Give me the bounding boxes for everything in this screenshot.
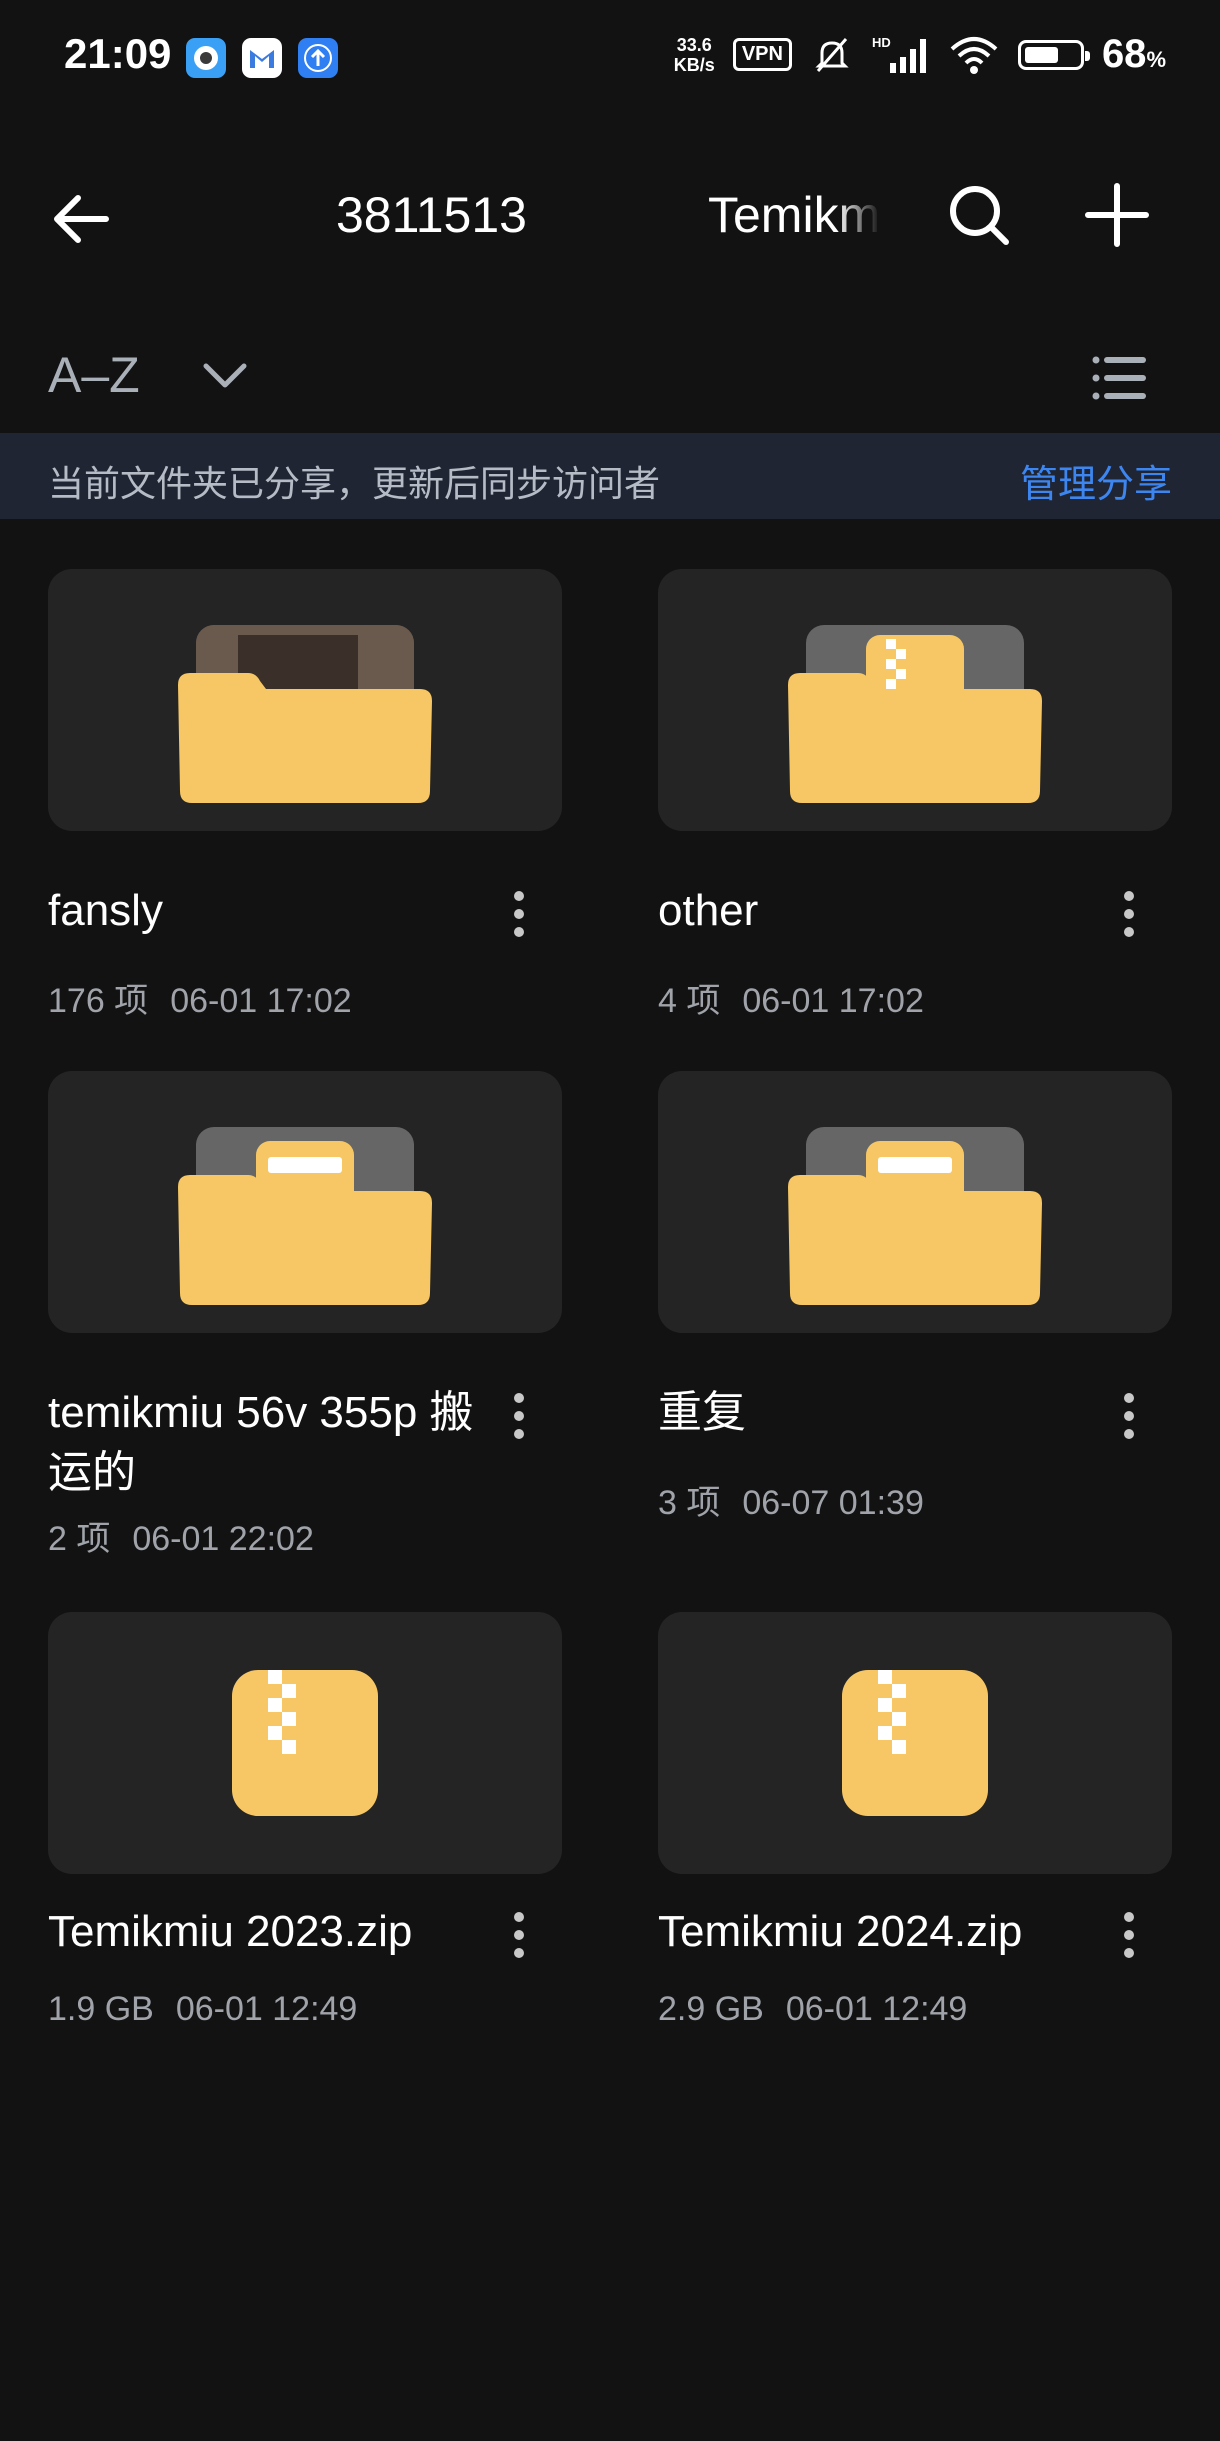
folder-document-icon [788, 1127, 1042, 1305]
share-banner-text: 当前文件夹已分享，更新后同步访问者 [48, 463, 661, 504]
upload-app-icon [298, 38, 338, 78]
status-bar: 21:09 33.6 KB/s VPN HD 68% [0, 0, 1220, 120]
grid-item[interactable]: 重复 3 项 06-07 01:39 [658, 1071, 1172, 1531]
list-view-icon[interactable] [1090, 348, 1150, 408]
plus-icon[interactable] [1082, 180, 1152, 250]
back-arrow-icon[interactable] [48, 184, 118, 254]
item-date: 06-01 12:49 [785, 1990, 968, 2028]
sort-order-label[interactable]: A–Z [48, 346, 140, 404]
more-options-icon[interactable] [504, 885, 534, 945]
breadcrumb-previous[interactable]: 3811513 [336, 186, 527, 244]
network-speed-unit: KB/s [673, 54, 715, 75]
item-name[interactable]: temikmiu 56v 355p 搬运的 [48, 1383, 478, 1503]
item-name[interactable]: 重复 [658, 1383, 1088, 1443]
item-name[interactable]: Temikmiu 2024.zip [658, 1902, 1088, 1962]
item-meta: 1.9 GB 06-01 12:49 [48, 1990, 357, 2029]
zip-file-icon [842, 1670, 988, 1816]
battery-percent-value: 68 [1101, 32, 1147, 76]
item-date: 06-01 17:02 [170, 982, 352, 1020]
more-options-icon[interactable] [504, 1906, 534, 1966]
more-options-icon[interactable] [504, 1387, 534, 1447]
zip-file-icon [232, 1670, 378, 1816]
folder-document-icon [178, 1127, 432, 1305]
chevron-down-icon[interactable] [200, 350, 250, 400]
wifi-icon [950, 36, 998, 74]
item-name[interactable]: fansly [48, 881, 478, 941]
item-thumbnail[interactable] [658, 1612, 1172, 1874]
folder-photo-icon [178, 625, 432, 803]
item-count: 1.9 GB [48, 1990, 154, 2028]
item-thumbnail[interactable] [658, 569, 1172, 831]
share-banner: 当前文件夹已分享，更新后同步访问者 管理分享 [0, 433, 1220, 519]
gmail-icon [242, 38, 282, 78]
item-date: 06-01 22:02 [132, 1520, 314, 1558]
item-thumbnail[interactable] [658, 1071, 1172, 1333]
svg-text:HD: HD [872, 35, 891, 50]
more-options-icon[interactable] [1114, 1906, 1144, 1966]
item-date: 06-01 12:49 [175, 1990, 358, 2028]
more-options-icon[interactable] [1114, 885, 1144, 945]
item-thumbnail[interactable] [48, 569, 562, 831]
status-time: 21:09 [64, 30, 172, 77]
network-speed-value: 33.6 [676, 34, 712, 55]
more-options-icon[interactable] [1114, 1387, 1144, 1447]
item-name[interactable]: Temikmiu 2023.zip [48, 1902, 478, 1962]
network-speed: 33.6 KB/s [674, 35, 715, 75]
battery-icon [1017, 39, 1090, 70]
notification-app-1-icon [186, 38, 226, 78]
battery-percent-unit: % [1146, 47, 1166, 72]
folder-archive-icon [788, 625, 1042, 803]
grid-item[interactable]: Temikmiu 2023.zip 1.9 GB 06-01 12:49 [48, 1612, 562, 2072]
manage-share-link[interactable]: 管理分享 [1020, 453, 1172, 508]
grid-item[interactable]: fansly 176 项 06-01 17:02 [48, 569, 562, 1029]
item-thumbnail[interactable] [48, 1612, 562, 1874]
grid-item[interactable]: temikmiu 56v 355p 搬运的 2 项 06-01 22:02 [48, 1071, 562, 1561]
grid-item[interactable]: Temikmiu 2024.zip 2.9 GB 06-01 12:49 [658, 1612, 1172, 2072]
battery-fill [1024, 46, 1058, 63]
signal-icon: HD [872, 35, 926, 73]
item-date: 06-01 17:02 [742, 982, 924, 1020]
mute-icon [815, 37, 849, 72]
item-count: 3 项 [658, 1484, 721, 1522]
item-date: 06-07 01:39 [742, 1484, 924, 1522]
vpn-badge: VPN [732, 38, 792, 71]
item-count: 2.9 GB [658, 1990, 764, 2028]
item-count: 176 项 [48, 982, 149, 1020]
search-icon[interactable] [944, 180, 1014, 250]
item-meta: 3 项 06-07 01:39 [658, 1475, 924, 1524]
title-bar: 3811513 Temikmiu [0, 150, 1220, 280]
sort-row: A–Z [0, 330, 1220, 420]
item-count: 2 项 [48, 1520, 111, 1558]
item-thumbnail[interactable] [48, 1071, 562, 1333]
battery-tip [1084, 50, 1090, 61]
item-meta: 2 项 06-01 22:02 [48, 1511, 314, 1560]
breadcrumb-current: Temikmiu [708, 187, 880, 243]
item-name[interactable]: other [658, 881, 1088, 941]
item-meta: 176 项 06-01 17:02 [48, 973, 352, 1022]
item-meta: 2.9 GB 06-01 12:49 [658, 1990, 967, 2029]
item-count: 4 项 [658, 982, 721, 1020]
grid-item[interactable]: other 4 项 06-01 17:02 [658, 569, 1172, 1029]
item-meta: 4 项 06-01 17:02 [658, 973, 924, 1022]
battery-percent: 68% [1102, 32, 1166, 77]
